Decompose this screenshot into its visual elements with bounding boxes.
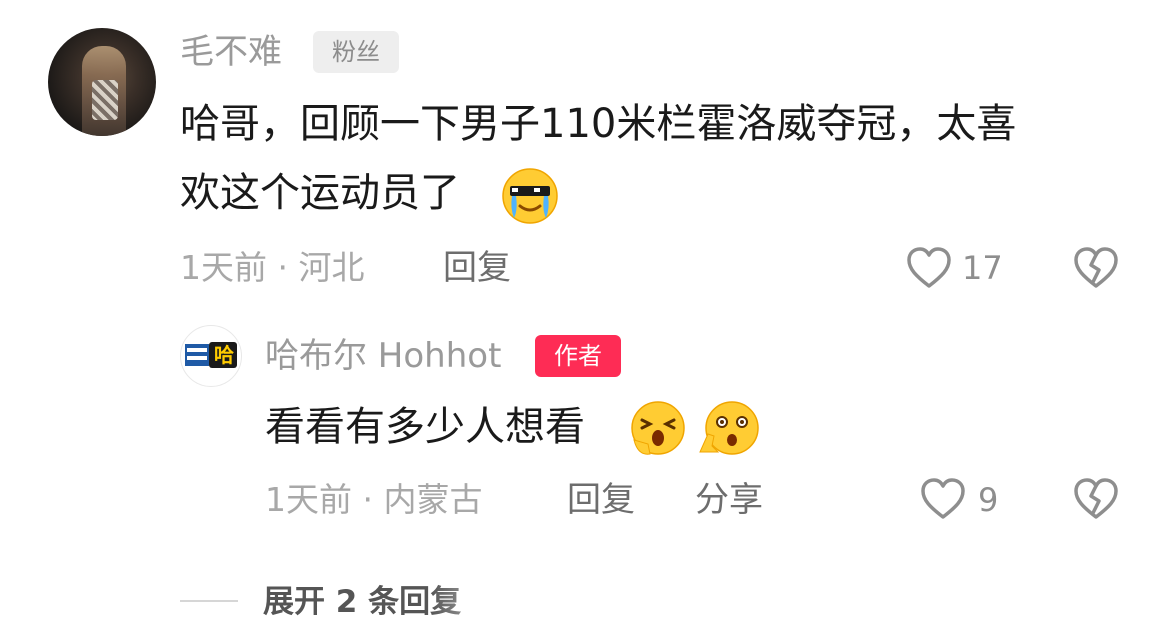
reply-like-count: 9 <box>978 481 999 519</box>
comment-time-location: 1天前 · 河北 <box>180 248 365 287</box>
bottom-fade-overlay <box>430 575 850 642</box>
reply-share-button[interactable]: 分享 <box>695 480 763 520</box>
comment-reply-button[interactable]: 回复 <box>443 248 511 288</box>
shocked-hand-emoji-icon <box>699 401 759 455</box>
author-avatar[interactable]: 哈 <box>180 325 242 387</box>
commenter-avatar[interactable] <box>48 28 156 136</box>
laughing-emoji-icon <box>631 401 685 455</box>
expand-divider <box>180 600 238 602</box>
author-logo-text: 哈 <box>214 343 234 367</box>
broken-heart-icon[interactable] <box>1073 246 1119 290</box>
reply-time-location: 1天前 · 内蒙古 <box>265 480 483 519</box>
comment-like-count: 17 <box>962 249 1003 287</box>
heart-outline-icon[interactable] <box>920 477 966 521</box>
comment-text-line1: 哈哥，回顾一下男子110米栏霍洛威夺冠，太喜 <box>180 101 1017 147</box>
avatar-scarf <box>92 80 118 120</box>
author-username[interactable]: 哈布尔 Hohhot <box>265 336 501 376</box>
commenter-username[interactable]: 毛不难 <box>180 32 282 72</box>
heart-outline-icon[interactable] <box>906 246 952 290</box>
cool-crying-emoji-icon <box>502 168 558 224</box>
reply-reply-button[interactable]: 回复 <box>567 480 635 520</box>
author-badge: 作者 <box>535 335 621 377</box>
fan-badge: 粉丝 <box>313 31 399 73</box>
reply-text: 看看有多少人想看 <box>265 404 585 450</box>
broken-heart-icon[interactable] <box>1073 477 1119 521</box>
comment-text-line2: 欢这个运动员了 <box>180 170 460 216</box>
